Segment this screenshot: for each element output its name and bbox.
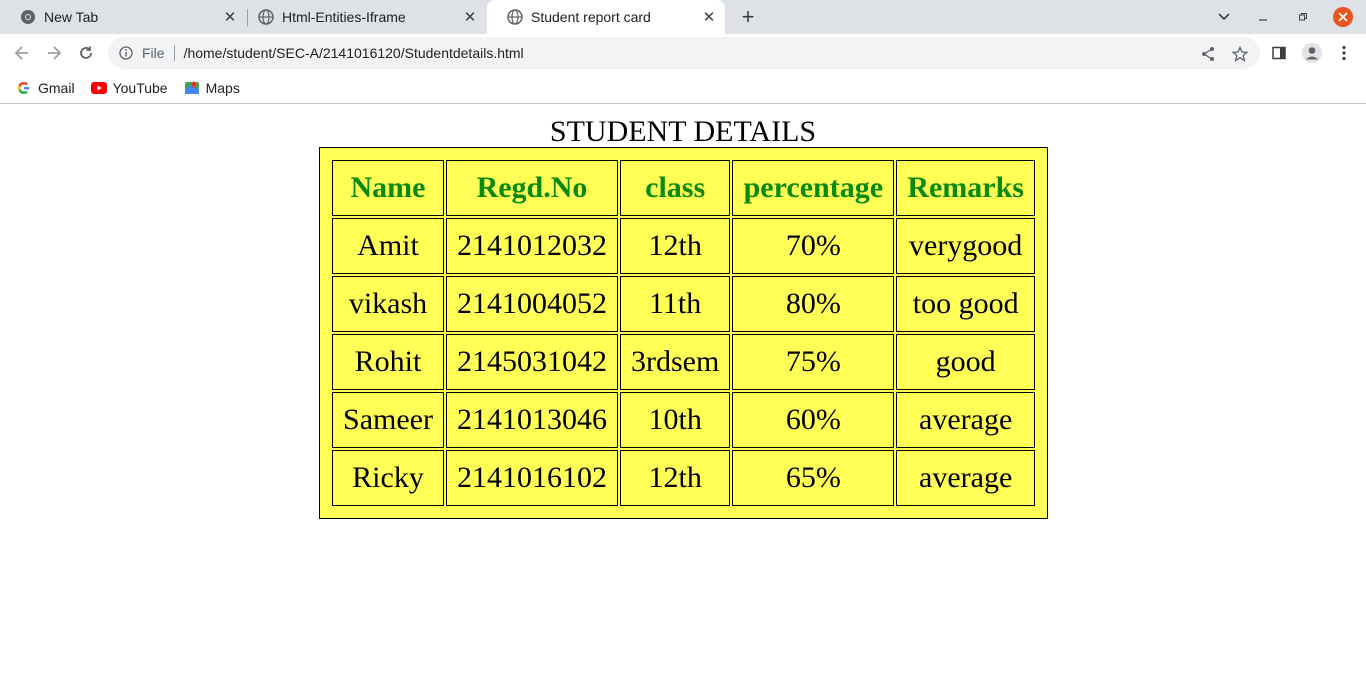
- bookmarks-bar: Gmail YouTube Maps: [0, 72, 1366, 104]
- header-class: class: [620, 160, 731, 216]
- tab-strip: New Tab ✕ Html-Entities-Iframe ✕ Student…: [0, 0, 1366, 34]
- address-bar[interactable]: File /home/student/SEC-A/2141016120/Stud…: [108, 37, 1260, 69]
- table-row: Sameer 2141013046 10th 60% average: [332, 392, 1035, 448]
- header-remarks: Remarks: [896, 160, 1035, 216]
- globe-icon: [258, 9, 274, 25]
- cell-class: 12th: [620, 450, 731, 506]
- back-icon[interactable]: [10, 41, 34, 65]
- minimize-icon[interactable]: [1252, 6, 1274, 28]
- close-icon[interactable]: ✕: [220, 7, 240, 27]
- url-text[interactable]: /home/student/SEC-A/2141016120/Studentde…: [184, 45, 524, 61]
- tab-search-chevron-icon[interactable]: [1213, 6, 1235, 28]
- table-row: Amit 2141012032 12th 70% verygood: [332, 218, 1035, 274]
- student-details-table: Name Regd.No class percentage Remarks Am…: [319, 147, 1048, 519]
- cell-regd-no: 2141004052: [446, 276, 618, 332]
- close-window-button[interactable]: [1332, 6, 1354, 28]
- tab-title: New Tab: [44, 9, 99, 25]
- cell-regd-no: 2141012032: [446, 218, 618, 274]
- bookmark-star-icon[interactable]: [1230, 44, 1250, 64]
- cell-percentage: 70%: [732, 218, 895, 274]
- chrome-icon: [20, 9, 36, 25]
- restore-icon[interactable]: [1292, 6, 1314, 28]
- browser-toolbar: File /home/student/SEC-A/2141016120/Stud…: [0, 34, 1366, 72]
- cell-name: Ricky: [332, 450, 444, 506]
- cell-remarks: good: [896, 334, 1035, 390]
- cell-name: Sameer: [332, 392, 444, 448]
- cell-class: 3rdsem: [620, 334, 731, 390]
- cell-name: Rohit: [332, 334, 444, 390]
- globe-icon: [507, 9, 523, 25]
- forward-icon[interactable]: [42, 41, 66, 65]
- cell-name: vikash: [332, 276, 444, 332]
- tab-html-entities-iframe[interactable]: Html-Entities-Iframe ✕: [238, 0, 486, 34]
- bookmark-label: Maps: [205, 79, 240, 96]
- tab-title: Student report card: [531, 9, 651, 25]
- reload-icon[interactable]: [74, 41, 98, 65]
- bookmark-maps[interactable]: Maps: [184, 80, 240, 96]
- address-divider: [173, 45, 175, 61]
- bookmark-youtube[interactable]: YouTube: [90, 79, 168, 96]
- cell-percentage: 75%: [732, 334, 895, 390]
- cell-percentage: 60%: [732, 392, 895, 448]
- cell-class: 11th: [620, 276, 731, 332]
- youtube-icon: [90, 80, 107, 96]
- cell-regd-no: 2141016102: [446, 450, 618, 506]
- header-name: Name: [332, 160, 444, 216]
- tab-title: Html-Entities-Iframe: [282, 9, 406, 25]
- profile-avatar-icon[interactable]: [1300, 41, 1324, 65]
- maps-icon: [184, 80, 200, 96]
- menu-kebab-icon[interactable]: [1332, 41, 1356, 65]
- bookmark-gmail[interactable]: Gmail: [16, 80, 75, 96]
- info-icon[interactable]: [118, 45, 134, 61]
- bookmark-label: Gmail: [38, 79, 75, 96]
- share-icon[interactable]: [1198, 44, 1218, 64]
- table-header-row: Name Regd.No class percentage Remarks: [332, 160, 1035, 216]
- page-title: STUDENT DETAILS: [549, 115, 817, 148]
- cell-name: Amit: [332, 218, 444, 274]
- new-tab-button[interactable]: +: [736, 4, 760, 29]
- cell-class: 10th: [620, 392, 731, 448]
- cell-regd-no: 2141013046: [446, 392, 618, 448]
- page-content: STUDENT DETAILS Name Regd.No class perce…: [0, 105, 1366, 691]
- scheme-label: File: [142, 45, 165, 61]
- side-panel-icon[interactable]: [1267, 41, 1291, 65]
- table-row: Rohit 2145031042 3rdsem 75% good: [332, 334, 1035, 390]
- tab-new-tab[interactable]: New Tab ✕: [0, 0, 246, 34]
- close-icon[interactable]: ✕: [460, 7, 480, 27]
- google-icon: [16, 80, 32, 96]
- table-row: vikash 2141004052 11th 80% too good: [332, 276, 1035, 332]
- bookmark-label: YouTube: [112, 79, 168, 96]
- table-row: Ricky 2141016102 12th 65% average: [332, 450, 1035, 506]
- cell-percentage: 65%: [732, 450, 895, 506]
- cell-remarks: average: [896, 392, 1035, 448]
- header-percentage: percentage: [732, 160, 895, 216]
- tab-student-report-card[interactable]: Student report card ✕: [487, 0, 725, 34]
- cell-remarks: average: [896, 450, 1035, 506]
- cell-percentage: 80%: [732, 276, 895, 332]
- cell-regd-no: 2145031042: [446, 334, 618, 390]
- cell-class: 12th: [620, 218, 731, 274]
- close-icon[interactable]: ✕: [699, 7, 719, 27]
- cell-remarks: verygood: [896, 218, 1035, 274]
- header-regd-no: Regd.No: [446, 160, 618, 216]
- cell-remarks: too good: [896, 276, 1035, 332]
